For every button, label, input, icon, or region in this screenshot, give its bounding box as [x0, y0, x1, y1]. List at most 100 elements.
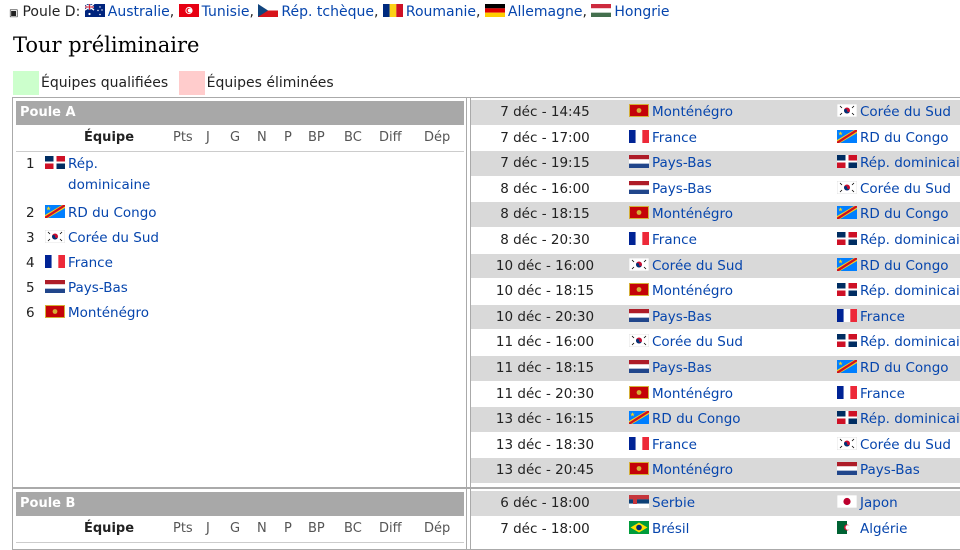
home-team: Monténégro — [629, 382, 733, 406]
match-datetime: 7 déc - 18:00 — [500, 520, 590, 537]
away-team-link[interactable]: Corée du Sud — [860, 437, 951, 453]
team-cell: RD du Congo — [45, 201, 157, 226]
away-team: France — [837, 382, 905, 406]
rank: 4 — [26, 255, 35, 271]
kr-flag-icon — [45, 230, 65, 243]
match-datetime: 8 déc - 16:00 — [500, 180, 590, 197]
match-datetime: 13 déc - 18:30 — [495, 436, 595, 453]
team-link[interactable]: Rép. tchèque — [281, 4, 374, 20]
match-row: 7 déc - 19:15 Pays-Bas Rép. dominicaine — [471, 151, 960, 177]
home-team-link[interactable]: Monténégro — [652, 206, 733, 222]
dz-flag-icon — [837, 520, 857, 534]
qualified-swatch — [13, 71, 39, 95]
away-team-link[interactable]: Corée du Sud — [860, 181, 951, 197]
cd-flag-icon — [629, 411, 649, 425]
home-team-link[interactable]: Pays-Bas — [652, 309, 712, 325]
match-datetime: 10 déc - 20:30 — [495, 308, 595, 325]
home-team-link[interactable]: France — [652, 130, 697, 146]
match-row: 8 déc - 16:00 Pays-Bas Corée du Sud — [471, 177, 960, 203]
away-team-link[interactable]: Rép. dominicaine — [860, 334, 960, 350]
match-datetime: 11 déc - 20:30 — [495, 385, 595, 402]
match-row: 11 déc - 20:30 Monténégro France — [471, 382, 960, 408]
team-link[interactable]: France — [68, 255, 113, 271]
br-flag-icon — [629, 520, 649, 534]
home-team: Monténégro — [629, 100, 733, 124]
team-link[interactable]: Allemagne — [508, 4, 583, 20]
away-team-link[interactable]: Corée du Sud — [860, 104, 951, 120]
team-link[interactable]: Australie — [108, 4, 170, 20]
home-team-link[interactable]: France — [652, 232, 697, 248]
col-equipe: Équipe — [84, 130, 135, 145]
fr-flag-icon — [837, 308, 857, 322]
home-team-link[interactable]: Pays-Bas — [652, 360, 712, 376]
home-team-link[interactable]: Monténégro — [652, 104, 733, 120]
away-team-link[interactable]: Algérie — [860, 521, 907, 537]
col-j: J — [206, 521, 210, 536]
away-team-link[interactable]: Rép. dominicaine — [860, 232, 960, 248]
rs-flag-icon — [629, 495, 649, 508]
away-team-link[interactable]: Pays-Bas — [860, 462, 920, 478]
match-datetime: 7 déc - 17:00 — [500, 129, 590, 146]
au-flag-icon — [84, 4, 105, 17]
away-team-link[interactable]: France — [860, 386, 905, 402]
away-team: Rép. dominicaine — [837, 228, 960, 252]
do-flag-icon — [837, 283, 857, 297]
team-link[interactable]: Monténégro — [68, 305, 149, 321]
col-bp: BP — [308, 521, 325, 536]
home-team-link[interactable]: Monténégro — [652, 386, 733, 402]
home-team-link[interactable]: Corée du Sud — [652, 258, 743, 274]
do-flag-icon — [837, 231, 857, 245]
ro-flag-icon — [382, 4, 403, 17]
col-bc: BC — [344, 130, 362, 145]
pool-a: Poule A Équipe Pts J G N P BP BC Diff Dé… — [12, 97, 960, 488]
away-team: RD du Congo — [837, 202, 949, 226]
de-flag-icon — [484, 4, 505, 17]
home-team-link[interactable]: Pays-Bas — [652, 181, 712, 197]
me-flag-icon — [629, 104, 649, 117]
away-team-link[interactable]: RD du Congo — [860, 360, 949, 376]
eliminated-swatch — [178, 71, 205, 95]
home-team-link[interactable]: Serbie — [652, 495, 695, 511]
away-team-link[interactable]: Rép. dominicaine — [860, 411, 960, 427]
away-team: Pays-Bas — [837, 458, 920, 482]
away-team-link[interactable]: Japon — [860, 495, 898, 511]
pool-d-team: Australie, — [84, 4, 179, 20]
do-flag-icon — [837, 334, 857, 348]
away-team-link[interactable]: RD du Congo — [860, 130, 949, 146]
home-team-link[interactable]: France — [652, 437, 697, 453]
match-datetime: 8 déc - 20:30 — [500, 231, 590, 248]
team-link[interactable]: Corée du Sud — [68, 230, 159, 246]
team-link[interactable]: Tunisie — [202, 4, 250, 20]
pool-d-team: Roumanie, — [382, 4, 485, 20]
team-link[interactable]: Roumanie — [406, 4, 476, 20]
home-team: Monténégro — [629, 458, 733, 482]
home-team: RD du Congo — [629, 407, 741, 431]
home-team-link[interactable]: Corée du Sud — [652, 334, 743, 350]
home-team-link[interactable]: Brésil — [652, 521, 689, 537]
away-team: RD du Congo — [837, 356, 949, 380]
home-team-link[interactable]: RD du Congo — [652, 411, 741, 427]
away-team-link[interactable]: RD du Congo — [860, 206, 949, 222]
team-link[interactable]: Rép. dominicaine — [68, 154, 150, 196]
fr-flag-icon — [629, 231, 649, 245]
home-team: France — [629, 126, 697, 150]
away-team: RD du Congo — [837, 126, 949, 150]
away-team-link[interactable]: Rép. dominicaine — [860, 283, 960, 299]
away-team-link[interactable]: RD du Congo — [860, 258, 949, 274]
nl-flag-icon — [629, 180, 649, 194]
team-link[interactable]: RD du Congo — [68, 205, 157, 221]
home-team-link[interactable]: Pays-Bas — [652, 155, 712, 171]
match-row: 10 déc - 16:00 Corée du Sud RD du Congo — [471, 253, 960, 280]
team-link[interactable]: Hongrie — [614, 4, 669, 20]
standings-column-headers: Équipe Pts J G N P BP BC Diff Dép — [16, 516, 464, 543]
standings-row: 5 Pays-Bas — [16, 276, 464, 301]
fr-flag-icon — [45, 255, 65, 268]
home-team-link[interactable]: Monténégro — [652, 462, 733, 478]
home-team-link[interactable]: Monténégro — [652, 283, 733, 299]
nl-flag-icon — [837, 462, 857, 476]
away-team-link[interactable]: France — [860, 309, 905, 325]
away-team-link[interactable]: Rép. dominicaine — [860, 155, 960, 171]
team-cell: Pays-Bas — [45, 276, 128, 301]
team-link[interactable]: Pays-Bas — [68, 280, 128, 296]
col-dep: Dép — [424, 521, 451, 536]
